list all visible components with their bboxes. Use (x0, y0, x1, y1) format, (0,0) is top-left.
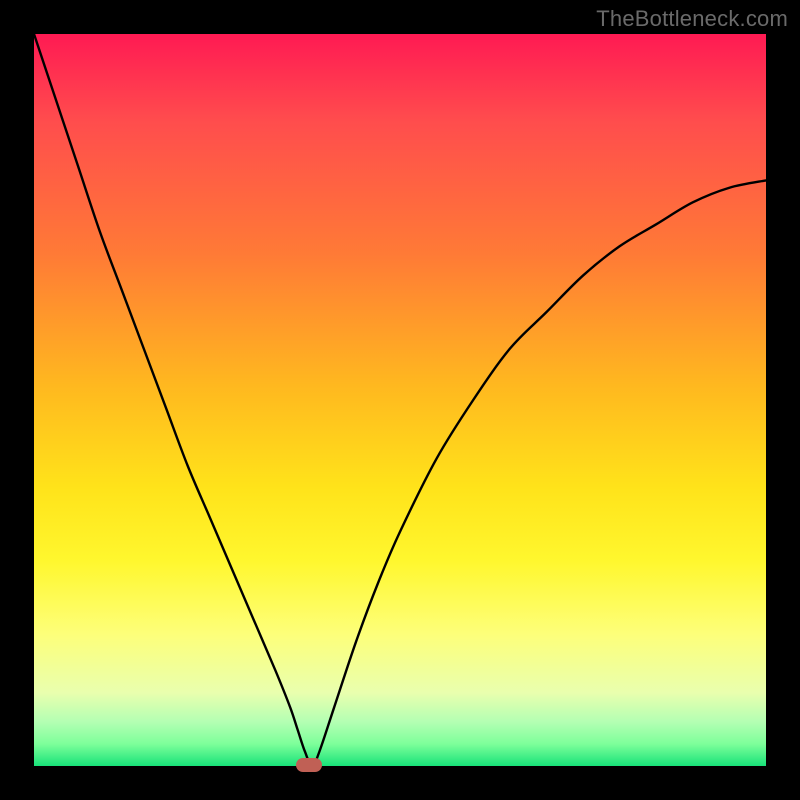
optimum-marker (296, 758, 322, 772)
plot-area (34, 34, 766, 766)
bottleneck-curve (34, 34, 766, 766)
watermark-text: TheBottleneck.com (596, 6, 788, 32)
curve-path (34, 34, 766, 766)
outer-frame: TheBottleneck.com (0, 0, 800, 800)
